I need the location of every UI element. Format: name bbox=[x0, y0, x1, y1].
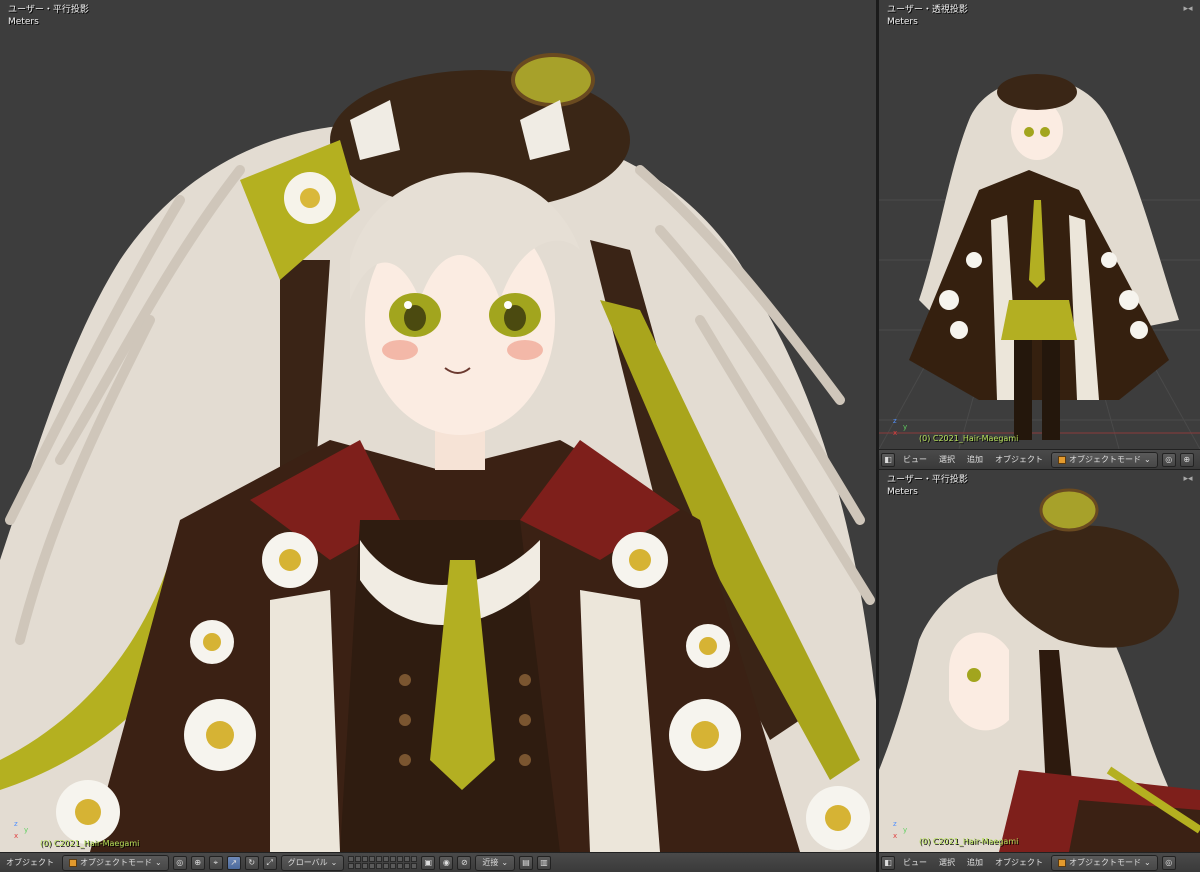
right-bottom-header-toolbar: ◧ ビュー 選択 追加 オブジェクト オブジェクトモード ⌄ ◎ bbox=[879, 852, 1200, 872]
snap-icon[interactable]: ⊘ bbox=[457, 855, 472, 870]
mode-dropdown[interactable]: オブジェクトモード ⌄ bbox=[62, 854, 169, 871]
right-top-header-toolbar: ◧ ビュー 選択 追加 オブジェクト オブジェクトモード ⌄ ◎ ⊕ bbox=[879, 449, 1200, 469]
area-split-icon[interactable]: ▸◂ bbox=[1180, 474, 1196, 484]
select-menu[interactable]: 選択 bbox=[935, 856, 959, 870]
view-cube-icon[interactable]: ◧ bbox=[881, 452, 895, 467]
mode-dropdown[interactable]: オブジェクトモード ⌄ bbox=[1051, 451, 1158, 468]
snap-element-dropdown[interactable]: 近接 ⌄ bbox=[475, 854, 516, 871]
object-menu[interactable]: オブジェクト bbox=[991, 453, 1047, 467]
viewport-unit: Meters bbox=[887, 487, 918, 497]
area-split-icon[interactable]: ▸◂ bbox=[1180, 4, 1196, 14]
viewport-title: ユーザー・平行投影 bbox=[887, 475, 968, 485]
object-menu[interactable]: オブジェクト bbox=[2, 856, 58, 870]
camera-icon[interactable]: ▥ bbox=[537, 855, 552, 870]
active-object-label: (0) C2021_Hair-Maegami bbox=[40, 839, 140, 848]
object-mode-icon bbox=[69, 858, 77, 867]
axis-gizmo-icon: x y z bbox=[893, 417, 908, 437]
add-menu[interactable]: 追加 bbox=[963, 856, 987, 870]
axis-gizmo-icon: x y z bbox=[14, 820, 29, 840]
axis-gizmo-icon: x y z bbox=[893, 820, 908, 840]
manipulator-icon[interactable]: ⌖ bbox=[208, 855, 223, 870]
scale-icon[interactable]: ⤢ bbox=[262, 855, 277, 870]
viewport-title: ユーザー・平行投影 bbox=[8, 5, 89, 15]
active-object-label: (0) C2021_Hair-Maegami bbox=[919, 837, 1019, 846]
add-menu[interactable]: 追加 bbox=[963, 453, 987, 467]
character-render-front-closeup bbox=[0, 53, 876, 852]
viewport-unit: Meters bbox=[8, 17, 39, 27]
character-render-side bbox=[879, 488, 1200, 852]
rotate-icon[interactable]: ↻ bbox=[244, 855, 259, 870]
chevron-down-icon: ⌄ bbox=[330, 857, 338, 867]
object-mode-icon bbox=[1058, 455, 1066, 464]
translate-icon[interactable]: ↗ bbox=[226, 855, 241, 870]
main-header-toolbar: オブジェクト オブジェクトモード ⌄ ◎ ⊕ ⌖ ↗ ↻ ⤢ グローバル ⌄ ▣ ◉… bbox=[0, 852, 876, 872]
select-menu[interactable]: 選択 bbox=[935, 453, 959, 467]
object-menu[interactable]: オブジェクト bbox=[991, 856, 1047, 870]
render-layer-icon[interactable]: ◉ bbox=[439, 855, 454, 870]
lock-icon[interactable]: ▣ bbox=[421, 855, 436, 870]
viewport-title: ユーザー・透視投影 bbox=[887, 5, 968, 15]
snap-label: 近接 bbox=[482, 857, 499, 867]
object-mode-icon bbox=[1058, 858, 1066, 867]
chevron-down-icon: ⌄ bbox=[1144, 454, 1151, 464]
chevron-down-icon: ⌄ bbox=[501, 857, 509, 867]
view-menu[interactable]: ビュー bbox=[899, 453, 931, 467]
shading-icon[interactable]: ◎ bbox=[172, 855, 187, 870]
character-render-full-body bbox=[879, 74, 1200, 449]
orientation-dropdown[interactable]: グローバル ⌄ bbox=[280, 854, 345, 871]
main-viewport[interactable]: ユーザー・平行投影 Meters x y z (0) C2021_Hair-Ma… bbox=[0, 0, 876, 852]
pivot-icon[interactable]: ⊕ bbox=[1179, 452, 1194, 467]
chevron-down-icon: ⌄ bbox=[1144, 857, 1151, 867]
chevron-down-icon: ⌄ bbox=[155, 857, 162, 867]
right-bottom-viewport[interactable]: ユーザー・平行投影 Meters ▸◂ x y z (0) C2021_Hair… bbox=[879, 470, 1200, 852]
layers-icon[interactable] bbox=[348, 856, 418, 869]
mode-label: オブジェクトモード bbox=[1069, 454, 1141, 464]
orientation-label: グローバル bbox=[287, 857, 328, 867]
shading-icon[interactable]: ◎ bbox=[1161, 855, 1176, 870]
active-object-label: (0) C2021_Hair-Maegami bbox=[919, 434, 1019, 443]
mode-label: オブジェクトモード bbox=[80, 857, 152, 867]
mode-label: オブジェクトモード bbox=[1069, 857, 1141, 867]
mode-dropdown[interactable]: オブジェクトモード ⌄ bbox=[1051, 854, 1158, 871]
pivot-icon[interactable]: ⊕ bbox=[190, 855, 205, 870]
render-icon[interactable]: ▤ bbox=[519, 855, 534, 870]
viewport-unit: Meters bbox=[887, 17, 918, 27]
view-menu[interactable]: ビュー bbox=[899, 856, 931, 870]
view-cube-icon[interactable]: ◧ bbox=[881, 855, 895, 870]
right-top-viewport[interactable]: ユーザー・透視投影 Meters ▸◂ x y z (0) C2021_Hair… bbox=[879, 0, 1200, 449]
shading-icon[interactable]: ◎ bbox=[1161, 452, 1176, 467]
